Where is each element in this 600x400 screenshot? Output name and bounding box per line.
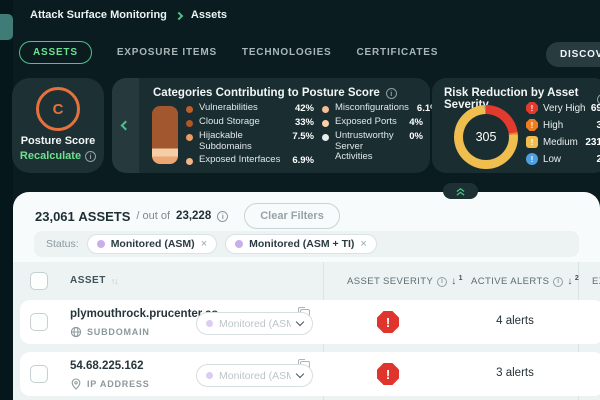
severity-low-icon: ! (526, 153, 538, 165)
risk-reduction-panel: Risk Reduction by Asset Severity i 305 !… (432, 78, 600, 173)
legend-item: ! Very High 69 (526, 102, 600, 114)
status-dot (97, 240, 105, 248)
monitoring-status-dropdown[interactable]: Monitored (ASM) (196, 312, 313, 335)
breadcrumb-current: Assets (191, 9, 227, 21)
info-icon[interactable]: i (437, 277, 447, 287)
status-dot (206, 372, 213, 379)
assets-table-panel: 23,061 ASSETS / out of 23,228 i Clear Fi… (13, 192, 600, 400)
dashboard-collapse-button[interactable] (443, 183, 478, 199)
legend-dot (186, 120, 193, 127)
close-icon[interactable]: × (360, 239, 366, 250)
legend-dot (322, 120, 329, 127)
row-checkbox[interactable] (30, 313, 48, 331)
severity-high-icon: ! (526, 119, 538, 131)
active-alerts-link[interactable]: 3 alerts (445, 367, 585, 379)
column-header-asset-severity[interactable]: ASSET SEVERITY i ↓ 1 (347, 276, 463, 287)
status-dot (206, 320, 213, 327)
chevron-down-icon (296, 370, 304, 378)
status-label: Status: (46, 238, 79, 250)
chevron-left-icon (121, 121, 131, 131)
sidebar-collapsed-tab[interactable] (0, 14, 13, 40)
severity-medium-icon: ! (526, 136, 538, 148)
select-all-checkbox[interactable] (30, 272, 48, 290)
column-header-truncated: EX (592, 276, 600, 287)
legend-dot (186, 158, 193, 165)
risk-legend: ! Very High 69 ! High 3 ! Medium 231 ! L… (526, 102, 600, 165)
assets-out-of: / out of (136, 210, 170, 222)
sort-desc-icon[interactable]: ↓ (451, 276, 456, 287)
discovery-button[interactable]: DISCOVERY (546, 42, 600, 67)
table-row[interactable]: 54.68.225.162 IP ADDRESS Monitored (ASM)… (20, 352, 600, 396)
clear-filters-button[interactable]: Clear Filters (244, 203, 340, 229)
left-edge-strip (0, 0, 13, 400)
categories-stacked-bar (152, 106, 178, 164)
column-header-active-alerts[interactable]: ACTIVE ALERTS i ↓ 2 (471, 276, 579, 287)
column-header-asset[interactable]: ASSET ↑↓ (70, 275, 117, 286)
categories-legend-col-1: Vulnerabilities 42% Cloud Storage 33% Hi… (186, 103, 314, 166)
legend-item: Misconfigurations 6.1% (322, 103, 423, 114)
legend-item: Hijackable Subdomains 7.5% (186, 131, 314, 152)
info-icon[interactable]: i (386, 88, 397, 99)
chevron-down-icon (296, 318, 304, 326)
filter-chip-monitored-asm-ti[interactable]: Monitored (ASM + TI) × (225, 234, 377, 254)
severity-very-high-icon: ! (377, 363, 399, 385)
legend-dot (322, 106, 329, 113)
monitoring-status-dropdown[interactable]: Monitored (ASM) (196, 364, 313, 387)
info-icon[interactable]: i (85, 151, 96, 162)
asset-type: SUBDOMAIN (70, 326, 150, 338)
legend-item: Exposed Interfaces 6.9% (186, 155, 314, 166)
status-filter-bar: Status: Monitored (ASM) × Monitored (ASM… (34, 231, 579, 257)
posture-grade-badge: C (36, 87, 80, 131)
breadcrumb: Attack Surface Monitoring Assets (30, 9, 227, 21)
recalculate-link[interactable]: Recalculate i (12, 150, 104, 162)
filter-chip-monitored-asm[interactable]: Monitored (ASM) × (87, 234, 217, 254)
tab-exposure-items[interactable]: EXPOSURE ITEMS (117, 41, 217, 64)
legend-item: ! Low 2 (526, 153, 600, 165)
info-icon[interactable]: i (217, 211, 228, 222)
panel-collapse-strip[interactable] (112, 78, 139, 173)
assets-table: ASSET ↑↓ ASSET SEVERITY i ↓ 1 ACTIVE ALE… (13, 262, 600, 400)
location-pin-icon (70, 378, 82, 390)
legend-dot (186, 106, 193, 113)
risk-donut-chart: 305 (454, 105, 518, 169)
legend-item: ! High 3 (526, 119, 600, 131)
status-dot (235, 240, 243, 248)
table-row[interactable]: plymouthrock.prucenter.co SUBDOMAIN Moni… (20, 300, 600, 344)
assets-count: 23,061 ASSETS (35, 209, 130, 224)
active-alerts-link[interactable]: 4 alerts (445, 315, 585, 327)
legend-item: ! Medium 231 (526, 136, 600, 148)
legend-item: Untrustworthy Server Activities 0% (322, 131, 423, 163)
chevron-double-up-icon (455, 187, 466, 196)
tab-bar: ASSETS EXPOSURE ITEMS TECHNOLOGIES CERTI… (19, 41, 438, 64)
categories-legend-col-2: Misconfigurations 6.1% Exposed Ports 4% … (322, 103, 423, 163)
tab-certificates[interactable]: CERTIFICATES (357, 41, 439, 64)
severity-very-high-icon: ! (377, 311, 399, 333)
legend-item: Exposed Ports 4% (322, 117, 423, 128)
severity-very-high-icon: ! (526, 102, 538, 114)
sort-desc-icon[interactable]: ↓ (567, 276, 572, 287)
close-icon[interactable]: × (201, 239, 207, 250)
legend-item: Vulnerabilities 42% (186, 103, 314, 114)
posture-score-title: Posture Score (12, 135, 104, 147)
asset-name[interactable]: 54.68.225.162 (70, 360, 144, 372)
tab-technologies[interactable]: TECHNOLOGIES (242, 41, 332, 64)
sort-icon[interactable]: ↑↓ (111, 276, 118, 286)
categories-panel-title: Categories Contributing to Posture Score… (153, 87, 397, 99)
row-checkbox[interactable] (30, 365, 48, 383)
legend-item: Cloud Storage 33% (186, 117, 314, 128)
globe-icon (70, 326, 82, 338)
tab-assets[interactable]: ASSETS (19, 41, 92, 64)
chevron-right-icon (175, 11, 183, 19)
asset-type: IP ADDRESS (70, 378, 150, 390)
assets-count-row: 23,061 ASSETS / out of 23,228 i Clear Fi… (35, 203, 340, 229)
info-icon[interactable]: i (553, 277, 563, 287)
categories-panel: Categories Contributing to Posture Score… (139, 78, 430, 173)
assets-total: 23,228 (176, 210, 211, 222)
legend-dot (322, 134, 329, 141)
posture-score-card: C Posture Score Recalculate i (12, 78, 104, 173)
breadcrumb-parent[interactable]: Attack Surface Monitoring (30, 9, 167, 21)
donut-total: 305 (463, 114, 509, 160)
legend-dot (186, 134, 193, 141)
